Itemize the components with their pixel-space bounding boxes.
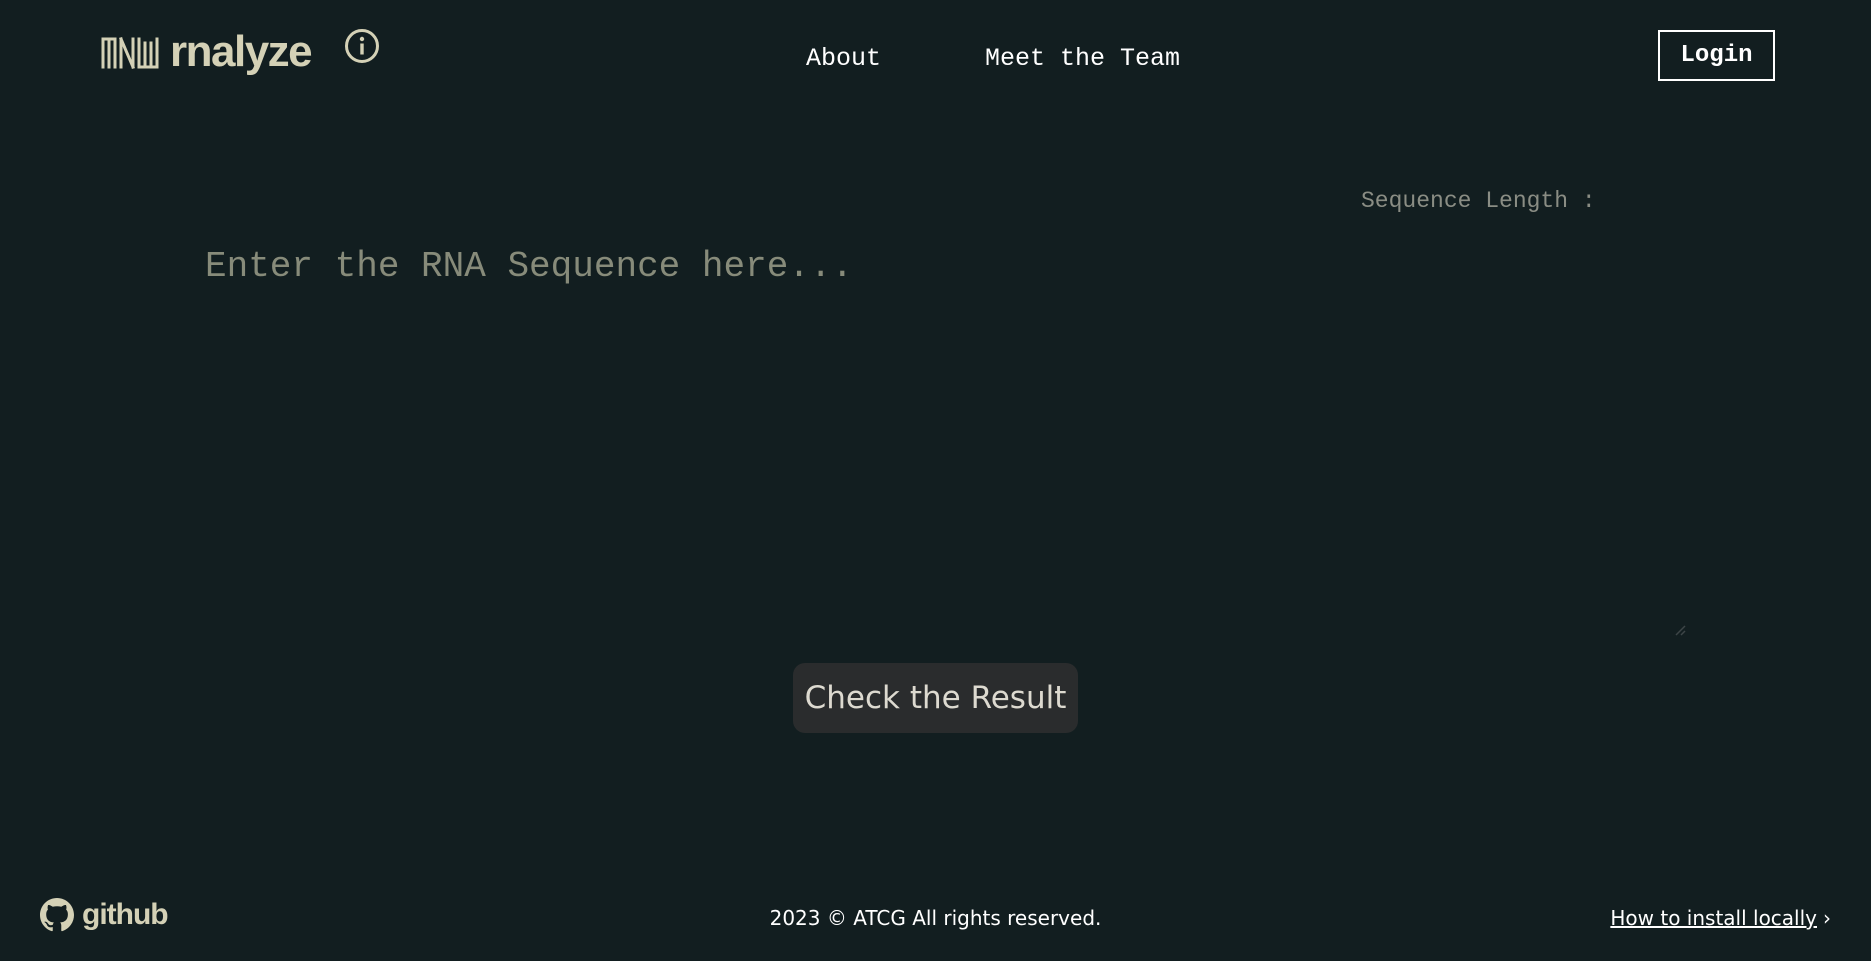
resize-grip-icon bbox=[1675, 625, 1686, 636]
info-button[interactable] bbox=[344, 28, 380, 64]
info-icon bbox=[345, 29, 379, 63]
textarea-resize-handle[interactable] bbox=[1672, 622, 1686, 636]
brand-name: rnalyze bbox=[170, 27, 313, 76]
chevron-right-icon: › bbox=[1823, 906, 1831, 930]
nav-meet-the-team-link[interactable]: Meet the Team bbox=[985, 44, 1180, 74]
rna-sequence-input[interactable] bbox=[185, 228, 1685, 635]
copyright-text: 2023 © ATCG All rights reserved. bbox=[769, 906, 1102, 930]
brand-logo[interactable]: rnalyze bbox=[100, 26, 313, 78]
login-button[interactable]: Login bbox=[1658, 30, 1775, 81]
nav-about-link[interactable]: About bbox=[806, 44, 881, 74]
install-locally-link[interactable]: How to install locally › bbox=[1610, 906, 1831, 930]
sequence-length-label: Sequence Length : bbox=[1361, 188, 1596, 214]
rna-strand-logo-icon bbox=[101, 37, 159, 69]
check-result-button[interactable]: Check the Result bbox=[793, 663, 1078, 733]
install-locally-label: How to install locally bbox=[1610, 906, 1817, 930]
